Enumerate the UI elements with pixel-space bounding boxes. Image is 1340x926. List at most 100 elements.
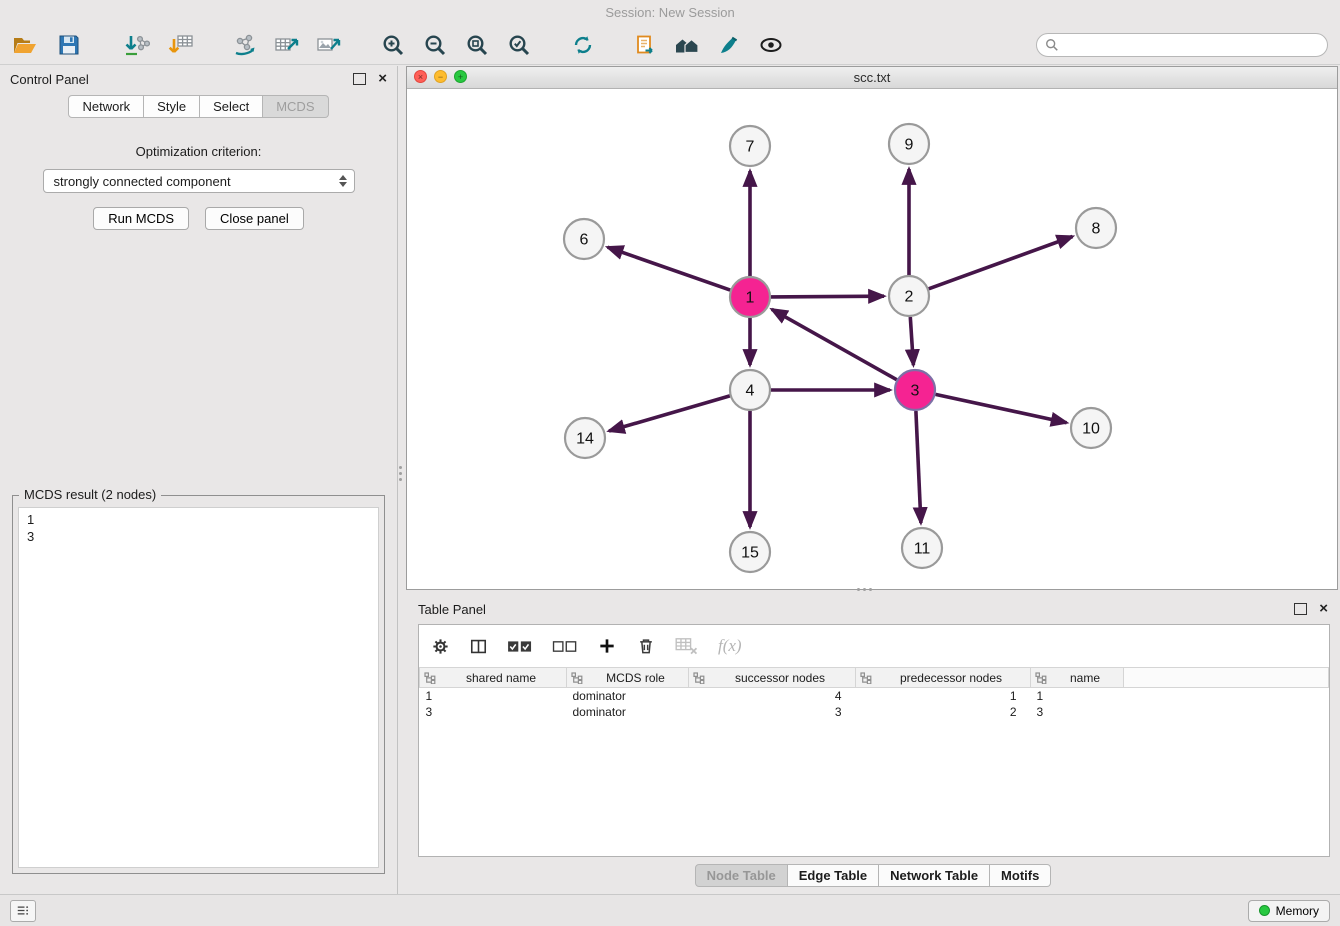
open-session-button[interactable] [8, 29, 42, 61]
cell-predecessor-nodes[interactable]: 2 [856, 704, 1031, 720]
edge-3-11[interactable] [916, 411, 921, 523]
node-8[interactable]: 8 [1076, 208, 1116, 248]
cell-name[interactable]: 1 [1031, 688, 1124, 705]
cell-shared-name[interactable]: 3 [420, 704, 567, 720]
cell-mcds-role[interactable]: dominator [567, 688, 689, 705]
node-14[interactable]: 14 [565, 418, 605, 458]
network-canvas[interactable]: 7 9 6 8 1 2 4 3 14 10 15 11 [407, 88, 1337, 589]
edge-1-2[interactable] [771, 296, 884, 297]
zoom-selected-icon [507, 33, 531, 57]
tab-node-table[interactable]: Node Table [695, 864, 788, 887]
svg-text:4: 4 [746, 383, 755, 400]
svg-text:9: 9 [905, 137, 914, 154]
panel-resize-handle[interactable] [399, 466, 402, 469]
delete-table-button[interactable] [675, 637, 699, 655]
tab-edge-table[interactable]: Edge Table [788, 864, 879, 887]
brush-icon [717, 33, 741, 57]
window-close-icon[interactable]: × [414, 70, 427, 83]
zoom-out-icon [423, 33, 447, 57]
node-1[interactable]: 1 [730, 277, 770, 317]
window-resize-handle[interactable] [857, 588, 860, 591]
export-table-button[interactable] [270, 29, 304, 61]
status-bar: Memory [0, 894, 1340, 926]
tab-network-table[interactable]: Network Table [879, 864, 990, 887]
main-toolbar [0, 26, 1340, 65]
close-table-panel-icon[interactable]: × [1319, 602, 1328, 616]
edge-3-1[interactable] [772, 309, 897, 379]
show-details-button[interactable] [754, 29, 788, 61]
node-11[interactable]: 11 [902, 528, 942, 568]
cell-shared-name[interactable]: 1 [420, 688, 567, 705]
node-2[interactable]: 2 [889, 276, 929, 316]
mcds-result-list[interactable]: 13 [18, 507, 379, 868]
save-session-button[interactable] [52, 29, 86, 61]
column-header-shared-name[interactable]: shared name [420, 668, 567, 688]
tab-network[interactable]: Network [68, 95, 144, 118]
column-header-mcds-role[interactable]: MCDS role [567, 668, 689, 688]
zoom-selected-button[interactable] [502, 29, 536, 61]
deselect-all-button[interactable] [552, 638, 578, 655]
network-graph[interactable]: 7 9 6 8 1 2 4 3 14 10 15 11 [407, 88, 1337, 589]
column-header-successor-nodes[interactable]: successor nodes [689, 668, 856, 688]
edge-4-14[interactable] [609, 396, 730, 431]
svg-text:1: 1 [746, 290, 755, 307]
apply-layout-button[interactable] [566, 29, 600, 61]
float-panel-icon[interactable] [353, 73, 366, 85]
style-brush-button[interactable] [712, 29, 746, 61]
clone-network-button[interactable] [628, 29, 662, 61]
zoom-fit-button[interactable] [460, 29, 494, 61]
zoom-out-button[interactable] [418, 29, 452, 61]
memory-button[interactable]: Memory [1248, 900, 1330, 922]
cell-predecessor-nodes[interactable]: 1 [856, 688, 1031, 705]
node-6[interactable]: 6 [564, 219, 604, 259]
node-7[interactable]: 7 [730, 126, 770, 166]
import-network-button[interactable] [120, 29, 154, 61]
criterion-select-value: strongly connected component [54, 174, 333, 189]
refresh-icon [571, 33, 595, 57]
export-image-button[interactable] [312, 29, 346, 61]
network-window-titlebar[interactable]: × − + scc.txt [407, 67, 1337, 89]
table-row[interactable]: 3dominator323 [420, 704, 1329, 720]
select-all-button[interactable] [507, 638, 533, 655]
show-columns-button[interactable] [469, 637, 488, 656]
export-network-button[interactable] [228, 29, 262, 61]
cell-name[interactable]: 3 [1031, 704, 1124, 720]
table-settings-button[interactable] [431, 637, 450, 656]
delete-column-button[interactable] [636, 636, 656, 656]
node-4[interactable]: 4 [730, 370, 770, 410]
tab-style[interactable]: Style [144, 95, 200, 118]
node-15[interactable]: 15 [730, 532, 770, 572]
cell-successor-nodes[interactable]: 4 [689, 688, 856, 705]
first-neighbors-button[interactable] [670, 29, 704, 61]
edge-3-10[interactable] [936, 394, 1067, 422]
function-builder-button[interactable]: f(x) [718, 636, 742, 656]
column-header-predecessor-nodes[interactable]: predecessor nodes [856, 668, 1031, 688]
close-panel-icon[interactable]: × [378, 72, 387, 86]
node-10[interactable]: 10 [1071, 408, 1111, 448]
column-header-name[interactable]: name [1031, 668, 1124, 688]
search-input[interactable] [1065, 37, 1319, 54]
run-mcds-button[interactable]: Run MCDS [93, 207, 189, 230]
zoom-in-button[interactable] [376, 29, 410, 61]
window-minimize-icon[interactable]: − [434, 70, 447, 83]
node-9[interactable]: 9 [889, 124, 929, 164]
search-field[interactable] [1036, 33, 1328, 57]
titlebar: Session: New Session [0, 0, 1340, 26]
tab-select[interactable]: Select [200, 95, 263, 118]
close-panel-button[interactable]: Close panel [205, 207, 304, 230]
edge-2-3[interactable] [910, 317, 913, 365]
window-zoom-icon[interactable]: + [454, 70, 467, 83]
import-table-button[interactable] [164, 29, 198, 61]
task-history-button[interactable] [10, 900, 36, 922]
criterion-select[interactable]: strongly connected component [43, 169, 355, 193]
cell-mcds-role[interactable]: dominator [567, 704, 689, 720]
float-table-panel-icon[interactable] [1294, 603, 1307, 615]
create-column-button[interactable] [597, 636, 617, 656]
table-row[interactable]: 1dominator411 [420, 688, 1329, 705]
cell-successor-nodes[interactable]: 3 [689, 704, 856, 720]
node-3[interactable]: 3 [895, 370, 935, 410]
edge-2-8[interactable] [929, 237, 1073, 289]
tab-motifs[interactable]: Motifs [990, 864, 1051, 887]
tab-mcds[interactable]: MCDS [263, 95, 328, 118]
edge-1-6[interactable] [608, 247, 731, 290]
